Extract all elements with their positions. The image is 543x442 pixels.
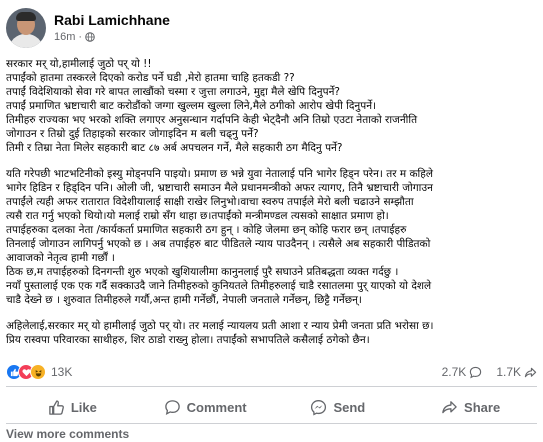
post-text-line: तपाईंले त्यही अफर रातारात विदेशीयालाई सा… — [6, 196, 414, 208]
messenger-icon — [311, 399, 327, 416]
engagement-counts: 2.7K 1.7K — [442, 365, 537, 379]
post-text-line: अहिलेलाई,सरकार मर् यो हामीलाई जुठो पर् य… — [6, 320, 434, 332]
post-text-line: भागेर हिडिन र हिड्दिन पनि। ओली जी, भ्रष्… — [6, 182, 433, 194]
post-timestamp[interactable]: 16m — [54, 29, 75, 45]
post-timeline: 16m · — [54, 29, 170, 45]
reactions-divider — [6, 386, 537, 387]
avatar-hair — [16, 12, 36, 21]
comment-icon — [164, 399, 180, 415]
haha-reaction-icon — [30, 364, 46, 380]
reaction-count[interactable]: 13K — [51, 365, 72, 379]
avatar[interactable] — [6, 8, 46, 48]
share-button[interactable]: Share — [404, 392, 537, 422]
comment-button[interactable]: Comment — [139, 392, 272, 422]
post-text-line: चाडै देख्ने छ । शुरुवात तिमीहरुले गर्यौ,… — [6, 294, 362, 306]
post-meta: Rabi Lamichhane 16m · — [54, 11, 170, 45]
view-more-comments-link[interactable]: View more comments — [6, 427, 129, 441]
post-text-line: त्यसै रात गर्नु भएको थियो।यो मलाई राम्रो… — [6, 210, 389, 222]
post-text-line: तिनलाई जोगाउन लागिपर्नु भएको छ । अब तपाई… — [6, 238, 431, 250]
send-button-label: Send — [333, 399, 366, 415]
post-header: Rabi Lamichhane 16m · — [6, 8, 170, 48]
share-icon — [442, 400, 457, 413]
reactions-bar: 13K 2.7K 1.7K — [6, 362, 537, 382]
post-text-line: तपाईंको हातमा तस्करले दिएको करोड पर्ने घ… — [6, 72, 295, 84]
share-count[interactable]: 1.7K — [496, 365, 537, 379]
globe-icon[interactable] — [85, 32, 95, 42]
post-body: सरकार मर् यो,हामीलाई जुठो पर् यो !! तपाईं… — [6, 57, 536, 347]
post-text-line: नयाँ पुस्तालाई एक एक गर्दै सक्काउदै जाने… — [6, 280, 432, 292]
post-actions: Like Comment Send Share — [6, 392, 537, 422]
post-text-line: यति गरेपछी भाटभटिनीको इस्यु मोड्नपनि पाइ… — [6, 168, 433, 180]
post-text-line: तपाईं विदेशियाको सेवा गरे बापत लाखौंको च… — [6, 86, 340, 98]
share-button-label: Share — [464, 399, 501, 415]
post-text-line: जोगाउन र तिम्रो दुई तिहाइको सरकार जोगाइद… — [6, 128, 259, 140]
comment-count-value: 2.7K — [441, 365, 467, 379]
like-icon — [49, 399, 64, 415]
post-text-line: तिमी र तिम्रा नेता मिलेर सहकारी बाट ८७ अ… — [6, 142, 343, 154]
reaction-emojis[interactable] — [6, 364, 46, 380]
avatar-shirt — [9, 34, 43, 48]
post-text-line: ठिक छ,म तपाईहरुको दिनगन्ती शुरु भएको खुश… — [6, 266, 399, 278]
actions-divider — [6, 423, 537, 424]
facebook-post: Rabi Lamichhane 16m · सरकार मर् यो,हामील… — [0, 0, 543, 442]
comment-button-label: Comment — [186, 399, 247, 415]
like-button[interactable]: Like — [6, 392, 139, 422]
comment-count[interactable]: 2.7K — [442, 365, 483, 379]
post-text-line: तपाईहरुका दलका नेता /कार्यकर्ता प्रमाणित… — [6, 224, 407, 236]
like-button-label: Like — [70, 399, 97, 415]
post-text-line: प्रिय रास्वपा परिवारका साथीहरु, शिर ठाडो… — [6, 334, 370, 346]
post-text-line: तपाईं प्रमाणित भ्रष्टाचारी बाट करोडौंको … — [6, 100, 377, 112]
meta-separator: · — [78, 31, 83, 43]
author-name[interactable]: Rabi Lamichhane — [54, 11, 170, 29]
post-text-line: सरकार मर् यो,हामीलाई जुठो पर् यो !! — [6, 58, 152, 70]
share-count-icon — [524, 367, 537, 377]
post-text-line: तिमीहरु राज्यका भए भरको शक्ति लगाएर अनुस… — [6, 114, 418, 126]
send-button[interactable]: Send — [272, 392, 405, 422]
share-count-value: 1.7K — [496, 365, 521, 379]
comment-count-icon — [470, 366, 482, 378]
post-text-line: आवाजको नेतृत्व हामी गर्छौं । — [6, 252, 115, 264]
